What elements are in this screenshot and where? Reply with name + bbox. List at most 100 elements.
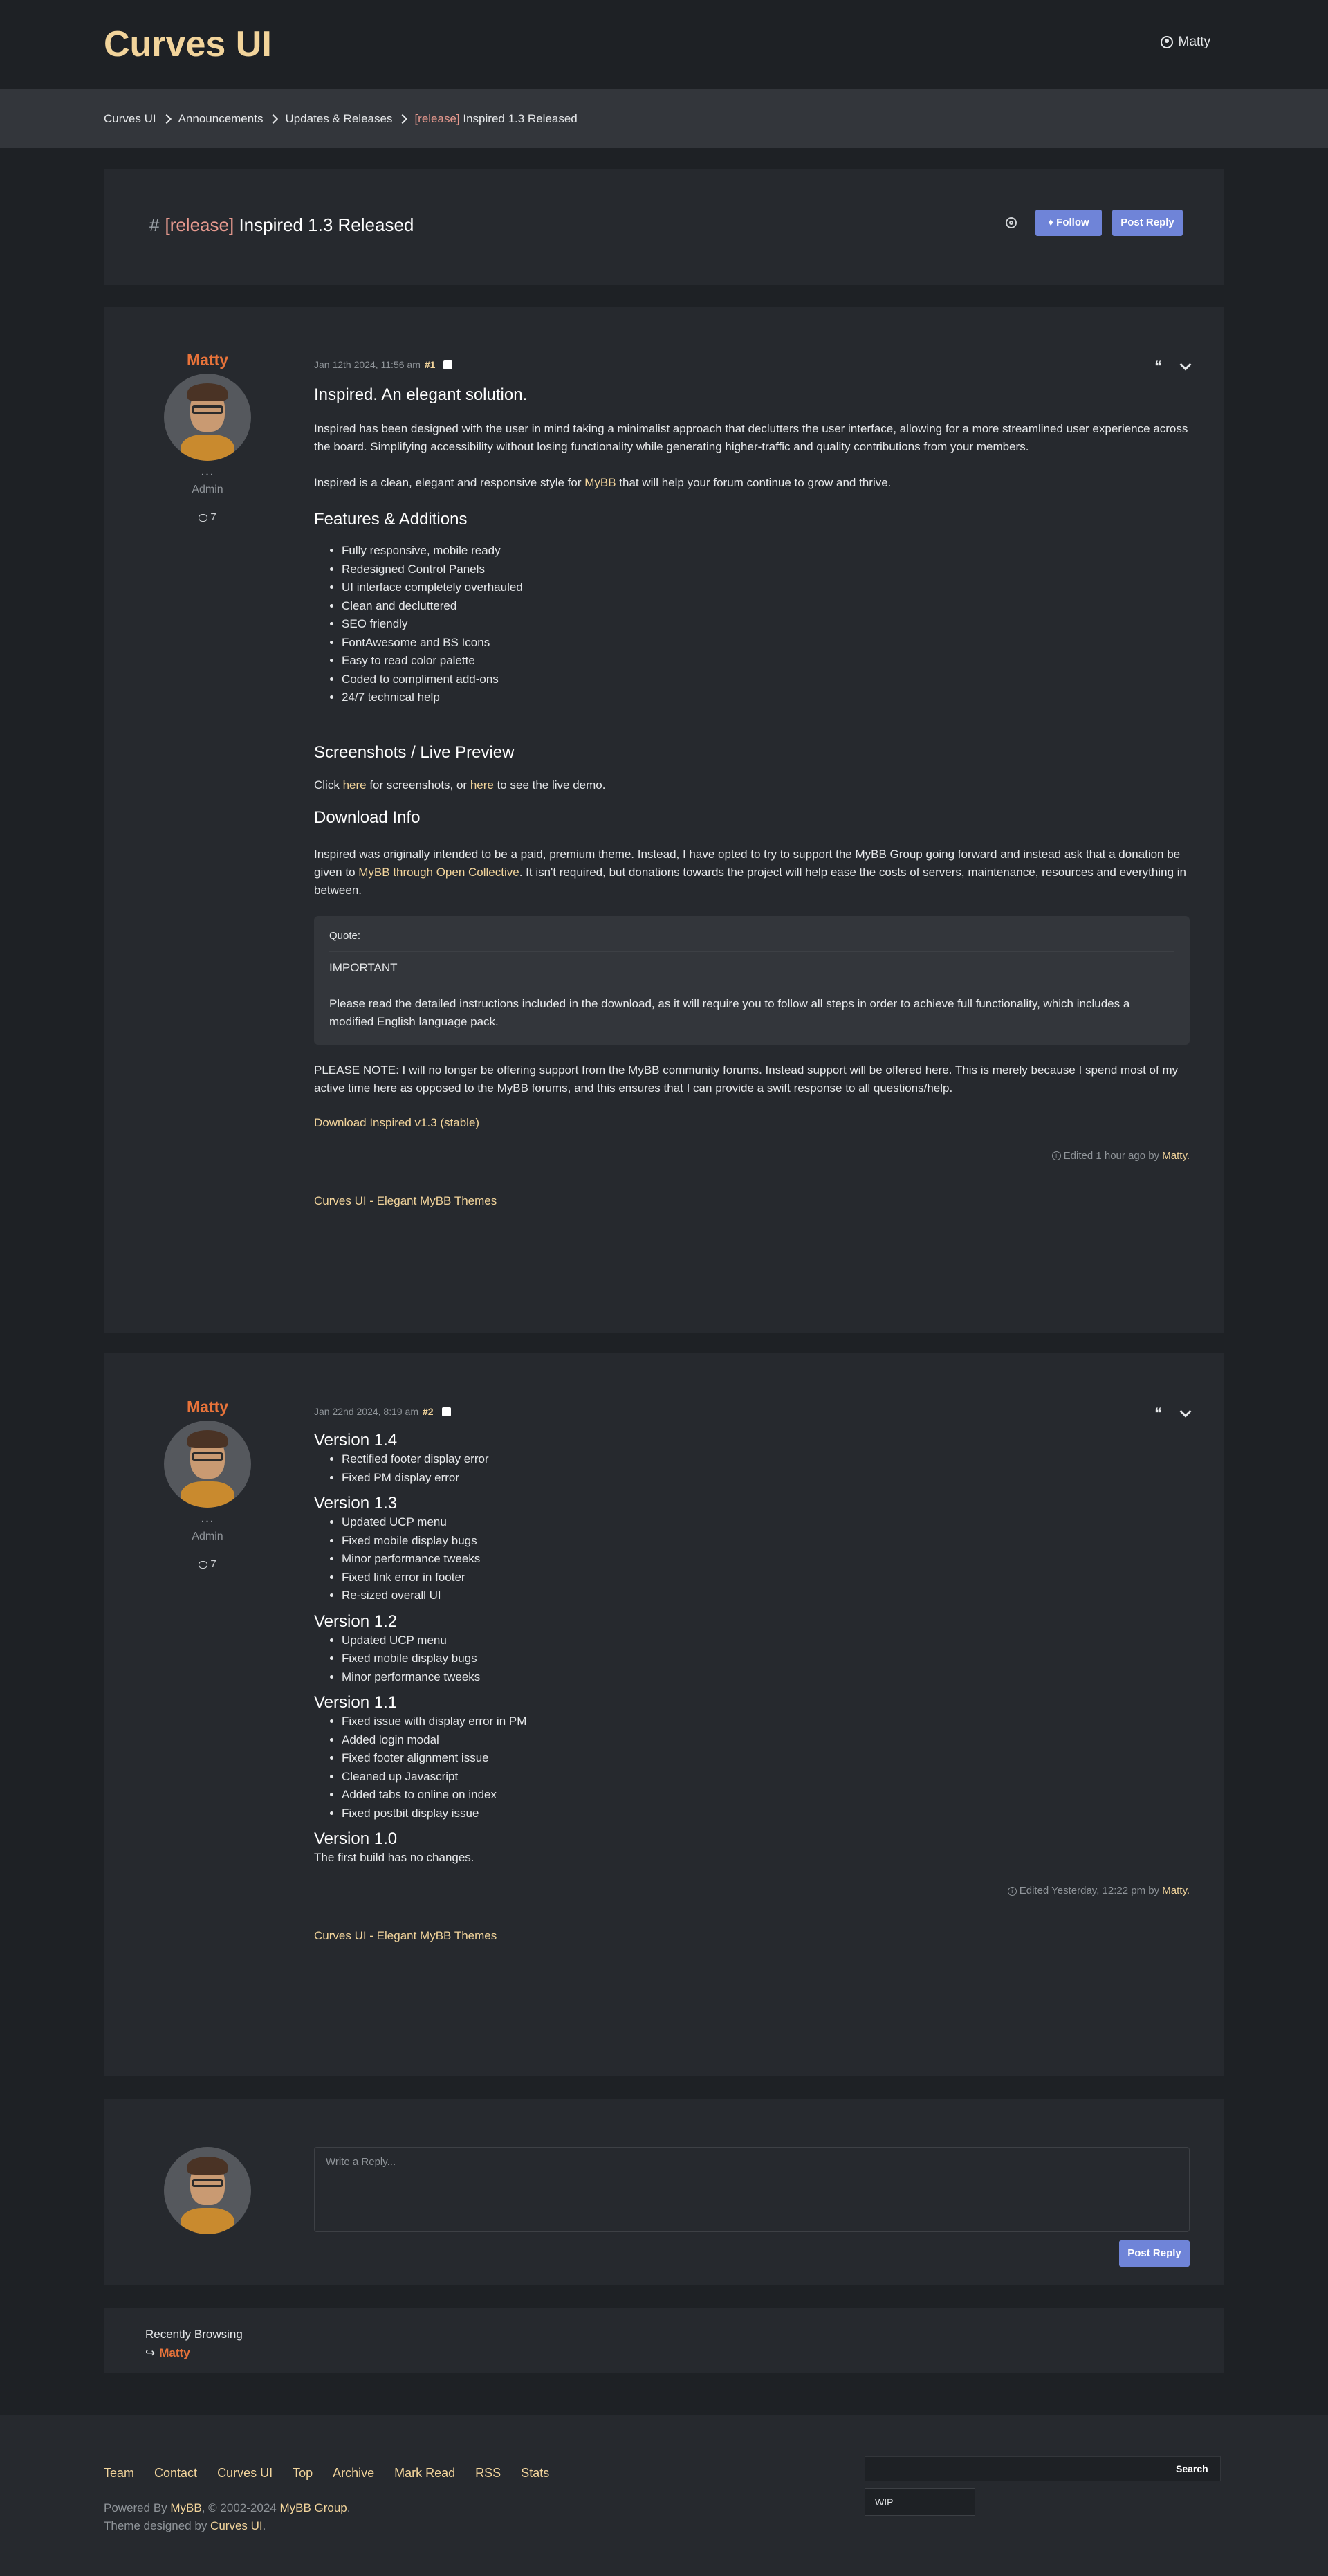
recently-browsing: Recently Browsing ↪ Matty xyxy=(104,2308,1224,2373)
breadcrumb-current-prefix: [release] xyxy=(414,112,460,125)
footer-credits: Powered By MyBB, © 2002-2024 MyBB Group.… xyxy=(104,2501,351,2532)
breadcrumb-home[interactable]: Curves UI xyxy=(104,112,156,126)
change-item: Fixed PM display error xyxy=(342,1469,1190,1488)
feature-item: Fully responsive, mobile ready xyxy=(342,542,1190,560)
user-icon xyxy=(1160,36,1173,48)
download-heading: Download Info xyxy=(314,807,421,827)
reply-arrow-icon: ↪ xyxy=(145,2346,156,2359)
comment-icon xyxy=(199,513,208,522)
version-title: Version 1.1 xyxy=(314,1693,398,1712)
username: Matty xyxy=(1178,35,1210,49)
author-name[interactable]: Matty xyxy=(187,351,228,369)
change-item: Updated UCP menu xyxy=(342,1632,1190,1650)
change-item: Cleaned up Javascript xyxy=(342,1768,1190,1787)
author-post-count: 7 xyxy=(104,511,311,523)
change-item: Re-sized overall UI xyxy=(342,1587,1190,1605)
mybb-footer-link[interactable]: MyBB xyxy=(170,2501,201,2514)
site-logo[interactable]: Curves UI xyxy=(104,24,272,65)
change-item: Fixed issue with display error in PM xyxy=(342,1712,1190,1731)
mybb-link[interactable]: MyBB xyxy=(584,476,616,489)
change-item: Fixed link error in footer xyxy=(342,1569,1190,1587)
footer-link-mark-read[interactable]: Mark Read xyxy=(394,2466,455,2481)
user-menu[interactable]: Matty xyxy=(1160,35,1210,50)
post-number[interactable]: #1 xyxy=(425,359,436,370)
change-item: Updated UCP menu xyxy=(342,1513,1190,1532)
thread-title-text: Inspired 1.3 Released xyxy=(239,214,414,235)
signature-link[interactable]: Curves UI - Elegant MyBB Themes xyxy=(314,1194,1190,1208)
post-actions: ❝ xyxy=(1154,358,1192,375)
footer-link-stats[interactable]: Stats xyxy=(521,2466,549,2481)
post-number[interactable]: #2 xyxy=(423,1406,434,1417)
feature-item: 24/7 technical help xyxy=(342,688,1190,707)
download-link[interactable]: Download Inspired v1.3 (stable) xyxy=(314,1116,479,1129)
version-title: Version 1.3 xyxy=(314,1494,398,1513)
signature-link[interactable]: Curves UI - Elegant MyBB Themes xyxy=(314,1929,1190,1943)
open-collective-link[interactable]: MyBB through Open Collective xyxy=(358,866,519,879)
version-title: Version 1.2 xyxy=(314,1611,398,1631)
change-item: Rectified footer display error xyxy=(342,1450,1190,1469)
select-checkbox[interactable] xyxy=(441,1407,451,1416)
feature-item: SEO friendly xyxy=(342,615,1190,634)
post-reply-button[interactable]: Post Reply xyxy=(1112,210,1183,236)
version-changes: Fixed issue with display error in PMAdde… xyxy=(314,1712,1190,1823)
change-item: Added tabs to online on index xyxy=(342,1786,1190,1805)
demo-link[interactable]: here xyxy=(470,778,494,792)
curves-ui-link[interactable]: Curves UI xyxy=(210,2519,263,2532)
quote-icon[interactable]: ❝ xyxy=(1154,358,1162,375)
author-role: Admin xyxy=(192,1531,223,1542)
screens-paragraph: Click here for screenshots, or here to s… xyxy=(314,778,606,792)
follow-label: Follow xyxy=(1056,217,1089,228)
post-reply-submit-button[interactable]: Post Reply xyxy=(1119,2240,1190,2267)
feature-item: FontAwesome and BS Icons xyxy=(342,634,1190,652)
mybb-group-link[interactable]: MyBB Group xyxy=(279,2501,347,2514)
post-content: Jan 22nd 2024, 8:19 am #2 ❝ Version 1.4R… xyxy=(314,1405,1192,1943)
breadcrumb-updates[interactable]: Updates & Releases xyxy=(285,112,392,126)
edited-by-link[interactable]: Matty. xyxy=(1162,1885,1190,1897)
theme-select[interactable]: WIP xyxy=(865,2488,975,2516)
browsing-user[interactable]: Matty xyxy=(159,2346,190,2359)
footer-link-archive[interactable]: Archive xyxy=(333,2466,374,2481)
version-changes: Rectified footer display errorFixed PM d… xyxy=(314,1450,1190,1487)
chevron-right-icon xyxy=(398,113,408,125)
edited-by-link[interactable]: Matty. xyxy=(1162,1150,1190,1162)
post-date: Jan 12th 2024, 11:56 am xyxy=(314,359,421,370)
search-button[interactable]: Search xyxy=(1176,2456,1208,2481)
breadcrumb-announcements[interactable]: Announcements xyxy=(178,112,264,126)
chevron-down-icon[interactable] xyxy=(1179,1405,1192,1417)
quick-reply: Write a Reply... Post Reply xyxy=(104,2099,1224,2285)
quote-block: Quote: IMPORTANT Please read the detaile… xyxy=(314,915,1190,1045)
comment-icon xyxy=(199,1560,208,1569)
quote-icon[interactable]: ❝ xyxy=(1154,1405,1162,1422)
select-checkbox[interactable] xyxy=(443,360,453,369)
footer-link-curves-ui[interactable]: Curves UI xyxy=(217,2466,273,2481)
footer-search-input[interactable] xyxy=(865,2456,1221,2481)
chevron-right-icon xyxy=(268,113,279,125)
post-paragraph: Inspired is a clean, elegant and respons… xyxy=(314,476,892,489)
post-author: Matty ... Admin 7 xyxy=(104,351,311,523)
reply-avatar-wrap xyxy=(104,2143,311,2234)
edited-note: i Edited 1 hour ago by Matty. xyxy=(314,1150,1190,1162)
feature-item: Redesigned Control Panels xyxy=(342,560,1190,579)
post-date: Jan 22nd 2024, 8:19 am xyxy=(314,1406,419,1417)
thread-title: # [release] Inspired 1.3 Released xyxy=(149,214,414,236)
reply-textarea[interactable]: Write a Reply... xyxy=(314,2147,1190,2232)
hash-icon: # xyxy=(149,214,160,235)
chevron-down-icon[interactable] xyxy=(1179,358,1192,370)
footer-link-rss[interactable]: RSS xyxy=(475,2466,501,2481)
screens-heading: Screenshots / Live Preview xyxy=(314,742,515,762)
author-status: ... xyxy=(201,464,214,479)
footer-link-top[interactable]: Top xyxy=(293,2466,313,2481)
post-actions: ❝ xyxy=(1154,1405,1192,1422)
follow-button[interactable]: ♦ Follow xyxy=(1035,210,1102,236)
info-icon: i xyxy=(1007,1886,1017,1896)
thread-prefix: [release] xyxy=(165,214,234,235)
screenshots-link[interactable]: here xyxy=(343,778,367,792)
settings-gear-icon[interactable] xyxy=(1006,217,1017,228)
footer-link-contact[interactable]: Contact xyxy=(154,2466,197,2481)
footer-link-team[interactable]: Team xyxy=(104,2466,134,2481)
author-avatar[interactable] xyxy=(164,1421,251,1508)
author-name[interactable]: Matty xyxy=(187,1398,228,1416)
author-avatar[interactable] xyxy=(164,374,251,461)
user-avatar xyxy=(164,2147,251,2234)
change-item: Added login modal xyxy=(342,1731,1190,1750)
